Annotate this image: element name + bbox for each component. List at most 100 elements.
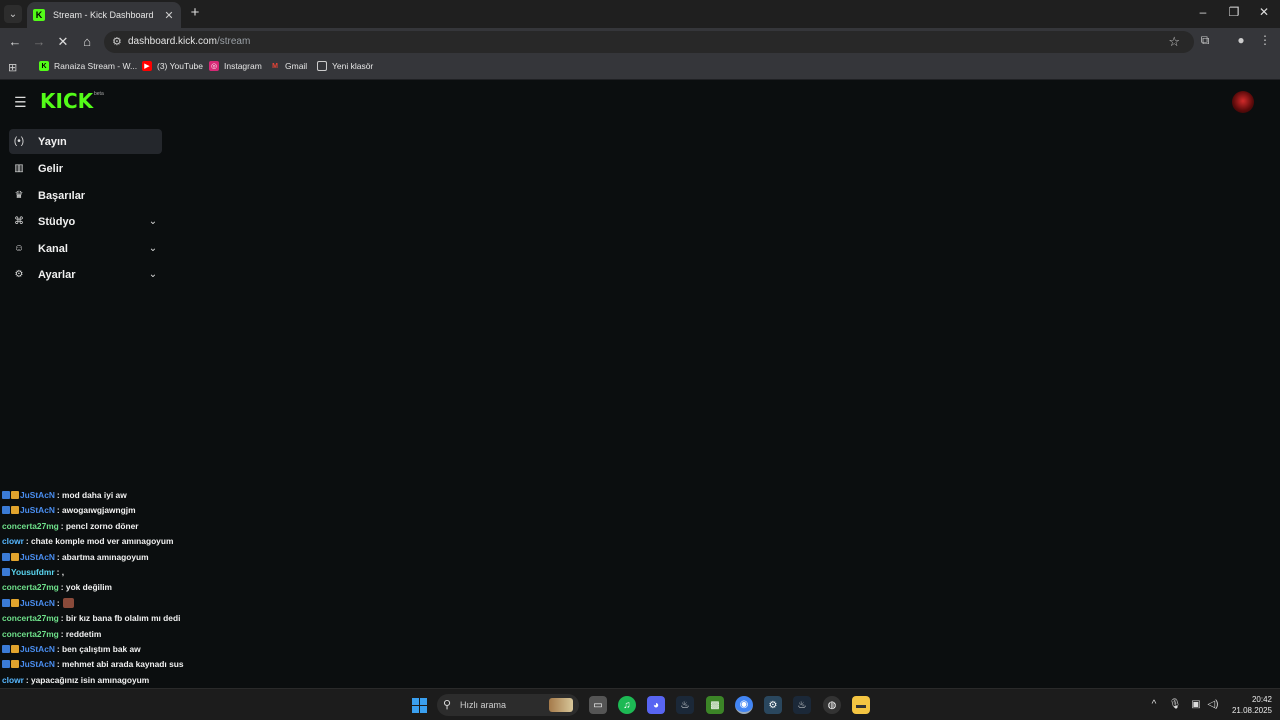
tab-close-icon[interactable]: ✕ (163, 9, 175, 22)
chat-message: JuStAcN: mehmet abi arada kaynadı sus (2, 657, 184, 671)
moderator-badge-icon (2, 491, 10, 499)
bookmark-item[interactable]: Yeni klasör (317, 61, 373, 71)
moderator-badge-icon (2, 645, 10, 653)
clock-time: 20:42 (1251, 695, 1272, 704)
steam-alt-icon[interactable]: ⚙ (764, 696, 782, 714)
maximize-button[interactable]: ❐ (1224, 5, 1244, 19)
search-icon: ⚲ (443, 699, 452, 711)
apps-grid-icon[interactable]: ⊞ (8, 61, 17, 74)
chat-message-text: : yapacağınız isin amınagoyum (25, 674, 150, 685)
chat-username[interactable]: concerta27mg (2, 613, 59, 623)
chat-message-text: : pencl zorno döner (60, 520, 139, 531)
stop-loading-button[interactable]: ✕ (54, 33, 72, 51)
new-tab-button[interactable]: + (187, 5, 203, 21)
obs-icon[interactable]: ◍ (823, 696, 841, 714)
bookmark-item[interactable]: ▶ (3) YouTube (142, 61, 203, 71)
steam-icon[interactable]: ♨ (676, 696, 694, 714)
chevron-down-icon[interactable]: ⌄ (146, 243, 160, 254)
browser-tab-bar: ⌄ K Stream - Kick Dashboard ✕ + – ❐ ✕ (0, 0, 1280, 28)
chat-username[interactable]: JuStAcN (20, 598, 55, 608)
subscriber-badge-icon (11, 491, 19, 499)
chat-message: clowr: chate komple mod ver amınagoyum (2, 534, 173, 548)
instagram-icon: ◎ (209, 61, 219, 71)
chevron-down-icon[interactable]: ⌄ (146, 269, 160, 280)
chat-message-text: : chate komple mod ver amınagoyum (25, 536, 174, 547)
start-button[interactable] (410, 696, 428, 714)
task-view-icon[interactable]: ▭ (589, 696, 607, 714)
sidebar-item-label: Başarılar (38, 189, 86, 202)
chat-message: JuStAcN: awogaıwgjawngjm (2, 503, 136, 517)
bookmark-item[interactable]: M Gmail (270, 61, 307, 71)
network-icon[interactable]: ▣ (1189, 699, 1203, 710)
chat-username[interactable]: JuStAcN (20, 659, 55, 669)
gmail-icon: M (272, 62, 278, 70)
address-bar[interactable]: ⚙ dashboard.kick.com/stream ☆ (104, 31, 1194, 53)
chat-username[interactable]: concerta27mg (2, 629, 59, 639)
minimize-button[interactable]: – (1193, 5, 1213, 19)
browser-tab[interactable]: K Stream - Kick Dashboard ✕ (27, 2, 181, 28)
chat-message-text: : reddetim (60, 628, 102, 639)
tab-search-button[interactable]: ⌄ (4, 5, 22, 23)
chat-message: concerta27mg: bir kız bana fb olalım mı … (2, 611, 180, 625)
chat-username[interactable]: clowr (2, 675, 24, 685)
forward-button[interactable]: → (30, 33, 48, 51)
bookmark-item[interactable]: K Ranaiza Stream - W... (39, 61, 137, 71)
tab-title: Stream - Kick Dashboard (53, 10, 154, 20)
system-clock[interactable]: 20:42 21.08.2025 (1222, 694, 1272, 716)
subscriber-badge-icon (11, 552, 19, 561)
site-info-icon[interactable]: ⚙ (112, 35, 122, 48)
chat-username[interactable]: JuStAcN (20, 644, 55, 654)
moderator-badge-icon (2, 568, 10, 576)
chat-username[interactable]: JuStAcN (20, 552, 55, 562)
spotify-icon[interactable]: ♫ (618, 696, 636, 714)
chat-message: JuStAcN: ben çalıştım bak aw (2, 642, 141, 656)
sidebar-item-basarilar[interactable]: ♛ Başarılar (9, 183, 162, 208)
chat-message: JuStAcN: (2, 596, 74, 610)
chevron-down-icon[interactable]: ⌄ (146, 216, 160, 227)
chat-overlay: JuStAcN: mod daha iyi aw JuStAcN: awogaıw… (0, 478, 260, 688)
url-path: /stream (216, 36, 251, 47)
browser-menu-icon[interactable]: ⋮ (1256, 33, 1274, 47)
kick-icon: K (39, 61, 49, 71)
user-avatar[interactable] (1232, 91, 1254, 113)
profile-icon[interactable]: ● (1232, 33, 1250, 47)
bookmark-star-icon[interactable]: ☆ (1168, 34, 1180, 50)
sidebar-item-studyo[interactable]: ⌘ Stüdyo ⌄ (9, 209, 162, 234)
chat-message-text: : mehmet abi arada kaynadı sus (56, 659, 184, 670)
chat-username[interactable]: concerta27mg (2, 582, 59, 592)
chat-username[interactable]: JuStAcN (20, 505, 55, 515)
chat-message: JuStAcN: mod daha iyi aw (2, 488, 127, 502)
volume-icon[interactable]: ◁) (1206, 699, 1220, 710)
extensions-icon[interactable]: ⧉ (1196, 33, 1214, 48)
sidebar-item-kanal[interactable]: ☺ Kanal ⌄ (9, 236, 162, 261)
kick-favicon-icon: K (33, 9, 45, 21)
windows-taskbar: ⚲ Hızlı arama ▭ ♫ ◕ ♨ ▩ ◉ ⚙ ♨ ◍ ▬ ^ 🎙 ▣ … (0, 688, 1280, 720)
kick-logo[interactable]: KICK (40, 89, 93, 113)
taskbar-search[interactable]: ⚲ Hızlı arama (437, 694, 579, 716)
steam-client-icon[interactable]: ♨ (793, 696, 811, 714)
sidebar-item-gelir[interactable]: ▥ Gelir (9, 156, 162, 181)
tray-overflow-icon[interactable]: ^ (1147, 699, 1161, 710)
subscriber-badge-icon (11, 506, 19, 515)
chat-message-text: : ben çalıştım bak aw (56, 644, 141, 654)
close-window-button[interactable]: ✕ (1254, 5, 1274, 19)
minecraft-icon[interactable]: ▩ (706, 696, 724, 714)
chat-username[interactable]: Yousufdmr (11, 567, 55, 577)
discord-icon[interactable]: ◕ (647, 696, 665, 714)
back-button[interactable]: ← (6, 33, 24, 51)
chat-username[interactable]: JuStAcN (20, 490, 55, 500)
bookmark-label: Ranaiza Stream - W... (54, 61, 138, 71)
hamburger-menu-icon[interactable]: ☰ (14, 94, 28, 111)
chat-username[interactable]: clowr (2, 536, 24, 546)
sidebar-item-yayin[interactable]: (•) Yayın (9, 129, 162, 154)
bookmark-item[interactable]: ◎ Instagram (209, 61, 262, 71)
chat-message: JuStAcN: abartma amınagoyum (2, 550, 149, 564)
sidebar-item-ayarlar[interactable]: ⚙ Ayarlar ⌄ (9, 262, 162, 287)
home-button[interactable]: ⌂ (78, 33, 96, 51)
chrome-icon[interactable]: ◉ (735, 696, 753, 714)
broadcast-icon: (•) (13, 136, 25, 147)
microphone-icon[interactable]: 🎙 (1168, 699, 1182, 710)
bookmark-label: Yeni klasör (332, 61, 374, 71)
chat-username[interactable]: concerta27mg (2, 521, 59, 531)
file-explorer-icon[interactable]: ▬ (852, 696, 870, 714)
